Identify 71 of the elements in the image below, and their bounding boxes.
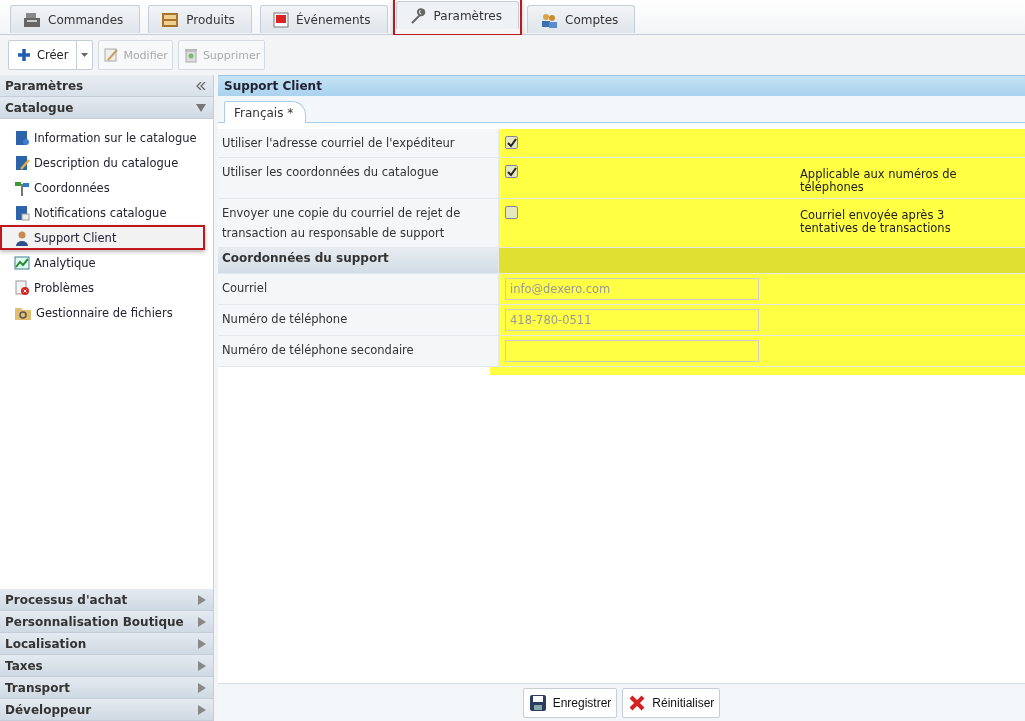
field-label: Envoyer une copie du courriel de rejet de transaction au responsable de support: [218, 199, 499, 247]
caret-icon: [198, 682, 206, 693]
nav-tab[interactable]: Comptes: [527, 5, 636, 33]
group-title: Localisation: [5, 636, 87, 651]
accordion-header[interactable]: Personnalisation Boutique: [0, 611, 213, 633]
field-label: Utiliser les coordonnées du catalogue: [218, 158, 499, 198]
group-title: Processus d'achat: [5, 592, 128, 607]
close-icon: [628, 693, 647, 712]
caret-icon: [196, 103, 206, 112]
document-error-icon: [14, 279, 30, 296]
nav-tab[interactable]: Commandes: [10, 5, 141, 33]
caret-icon: [198, 660, 206, 671]
sidebar-title: Paramètres: [5, 78, 84, 93]
group-title: Catalogue: [5, 100, 74, 115]
field-label: Numéro de téléphone secondaire: [218, 336, 499, 366]
language-tab[interactable]: Français *: [224, 101, 307, 123]
cash-register-icon: [23, 11, 41, 28]
text-field[interactable]: info@dexero.com: [505, 278, 759, 300]
calendar-icon: [272, 11, 289, 28]
nav-tab[interactable]: Événements: [259, 5, 388, 33]
sidebar-item[interactable]: Information sur le catalogue: [0, 125, 205, 150]
caret-icon: [198, 616, 206, 627]
caret-icon: [198, 704, 206, 715]
checkbox[interactable]: [505, 206, 518, 219]
signpost-icon: [14, 179, 30, 196]
caret-icon: [198, 638, 206, 649]
field-label: Numéro de téléphone: [218, 305, 499, 335]
section-header: Coordonnées du support: [218, 248, 499, 273]
sidebar-item[interactable]: Description du catalogue: [0, 150, 205, 175]
nav-tab[interactable]: Paramètres: [395, 1, 519, 29]
group-title: Développeur: [5, 702, 92, 717]
panel-title: Support Client: [224, 79, 322, 93]
chart-icon: [14, 254, 30, 271]
group-title: Personnalisation Boutique: [5, 614, 184, 629]
caret-icon: [198, 594, 206, 605]
checkbox[interactable]: [505, 136, 518, 149]
people-icon: [540, 11, 558, 28]
plus-icon: [17, 48, 31, 62]
field-label: Courriel: [218, 274, 499, 304]
field-label: Utiliser l'adresse courriel de l'expéditeur: [218, 129, 499, 157]
book-pencil-icon: [14, 154, 30, 171]
reset-button[interactable]: Réinitialiser: [622, 687, 721, 718]
sidebar-item[interactable]: Coordonnées: [0, 175, 205, 200]
create-split-button[interactable]: Créer: [8, 40, 94, 70]
shelf-icon: [161, 11, 180, 28]
accordion-header[interactable]: Transport: [0, 677, 213, 699]
save-button[interactable]: Enregistrer: [522, 687, 618, 718]
collapse-icon[interactable]: [196, 81, 206, 90]
group-title: Transport: [5, 680, 71, 695]
group-title: Taxes: [5, 658, 43, 673]
notepad-icon: [103, 47, 120, 63]
text-field[interactable]: 418-780-0511: [505, 309, 759, 331]
nav-tab[interactable]: Produits: [148, 5, 252, 33]
help-note: Courriel envoyée après 3 tentatives de transactions: [800, 209, 952, 235]
text-field[interactable]: [505, 340, 759, 362]
accordion-header[interactable]: Catalogue: [0, 97, 213, 119]
sidebar-item[interactable]: Gestionnaire de fichiers: [0, 300, 205, 325]
book-icon: [14, 129, 30, 146]
trash-icon: [182, 47, 199, 63]
accordion-header[interactable]: Localisation: [0, 633, 213, 655]
button-label: Créer: [37, 48, 69, 62]
sidebar-item[interactable]: Notifications catalogue: [0, 200, 205, 225]
checkbox[interactable]: [505, 165, 518, 178]
sidebar-item[interactable]: Problèmes: [0, 275, 205, 300]
sidebar-item[interactable]: Support Client: [0, 225, 205, 250]
sidebar-item[interactable]: Analytique: [0, 250, 205, 275]
accordion-header[interactable]: Processus d'achat: [0, 589, 213, 611]
accordion-header[interactable]: Taxes: [0, 655, 213, 677]
help-note: Applicable aux numéros de téléphones: [800, 168, 958, 194]
document-icon: [14, 204, 30, 221]
accordion-header[interactable]: Développeur: [0, 699, 213, 721]
